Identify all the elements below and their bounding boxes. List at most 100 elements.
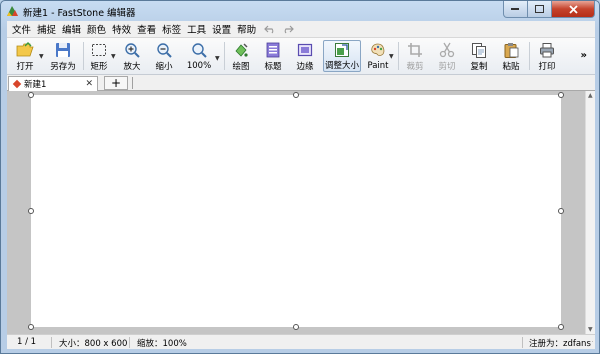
menu-settings[interactable]: 设置 xyxy=(209,22,234,36)
resize-handle-top[interactable] xyxy=(293,92,299,98)
add-tab-button[interactable]: + xyxy=(104,76,128,90)
palette-icon xyxy=(368,40,388,60)
zoom-level-button[interactable]: 100% xyxy=(185,40,213,72)
cut-label: 剪切 xyxy=(438,62,456,72)
rect-select-button[interactable]: 矩形 xyxy=(87,40,111,72)
maximize-icon xyxy=(535,5,544,13)
resize-handle-left[interactable] xyxy=(28,208,34,214)
tab-label: 新建1 xyxy=(24,80,47,90)
resize-grip-icon[interactable]: ⋰ xyxy=(587,340,594,348)
save-as-button[interactable]: 另存为 xyxy=(48,40,78,72)
window-controls xyxy=(503,1,595,18)
status-page: 1 / 1 xyxy=(17,337,37,347)
toolbar-separator xyxy=(224,42,225,70)
toolbar-overflow-icon[interactable]: » xyxy=(581,50,587,61)
tab-modified-icon xyxy=(12,79,22,89)
menu-color[interactable]: 颜色 xyxy=(84,22,109,36)
resize-handle-top-right[interactable] xyxy=(558,92,564,98)
resize-handle-top-left[interactable] xyxy=(28,92,34,98)
resize-handle-bottom-left[interactable] xyxy=(28,324,34,330)
edge-button[interactable]: 边缘 xyxy=(293,40,317,72)
paint-bucket-icon xyxy=(231,40,251,59)
resize-handle-bottom-right[interactable] xyxy=(558,324,564,330)
menu-view[interactable]: 查看 xyxy=(134,22,159,36)
paste-label: 粘贴 xyxy=(502,62,520,72)
close-button[interactable] xyxy=(552,1,595,18)
edge-icon xyxy=(295,40,315,59)
redo-icon[interactable] xyxy=(281,24,295,35)
draw-button[interactable]: 绘图 xyxy=(229,40,253,72)
zoom-dropdown-arrow[interactable]: ▼ xyxy=(215,55,220,62)
toolbar-separator xyxy=(529,42,530,70)
toolbar-separator xyxy=(83,42,84,70)
scroll-up-icon[interactable]: ▲ xyxy=(588,92,593,99)
resize-label: 调整大小 xyxy=(324,61,359,71)
clipboard-icon xyxy=(501,40,521,59)
zoom-level-label: 100% xyxy=(186,61,212,71)
rect-select-icon xyxy=(89,40,109,59)
open-dropdown-arrow[interactable]: ▼ xyxy=(39,53,44,60)
crop-icon xyxy=(405,40,425,59)
resize-button[interactable]: 调整大小 xyxy=(323,40,361,72)
caption-icon xyxy=(263,40,283,59)
print-button[interactable]: 打印 xyxy=(535,40,559,72)
resize-handle-right[interactable] xyxy=(558,208,564,214)
vertical-scrollbar[interactable]: ▲ ▼ xyxy=(585,91,595,334)
menu-edit[interactable]: 编辑 xyxy=(59,22,84,36)
toolbar: 打开 ▼ 另存为 矩形 ▼ 放大 缩小 100% ▼ 绘图 标题 边缘 调整大小… xyxy=(7,38,595,75)
paint-dropdown-arrow[interactable]: ▼ xyxy=(389,53,394,60)
minimize-button[interactable] xyxy=(503,1,528,18)
zoom-in-label: 放大 xyxy=(123,62,141,72)
crop-button[interactable]: 裁剪 xyxy=(403,40,427,72)
resize-icon xyxy=(332,41,352,58)
cut-button[interactable]: 剪切 xyxy=(435,40,459,72)
app-icon xyxy=(6,5,19,17)
window-title: 新建1 - FastStone 编辑器 xyxy=(23,8,136,19)
close-icon xyxy=(568,4,578,14)
magnifier-plus-icon xyxy=(122,40,142,59)
rect-label: 矩形 xyxy=(90,62,108,72)
menu-effects[interactable]: 特效 xyxy=(109,22,134,36)
title-bar: 新建1 - FastStone 编辑器 xyxy=(1,1,599,21)
tab-bar: 新建1 ✕ + xyxy=(7,75,595,91)
paint-button[interactable]: Paint xyxy=(364,40,392,72)
rect-dropdown-arrow[interactable]: ▼ xyxy=(111,53,116,60)
toolbar-separator xyxy=(398,42,399,70)
scroll-down-icon[interactable]: ▼ xyxy=(588,326,593,333)
maximize-button[interactable] xyxy=(528,1,552,18)
menu-file[interactable]: 文件 xyxy=(9,22,34,36)
image-canvas[interactable] xyxy=(31,95,561,327)
magnifier-minus-icon xyxy=(154,40,174,59)
zoom-out-button[interactable]: 缩小 xyxy=(152,40,176,72)
tab-separator xyxy=(132,77,133,89)
paste-button[interactable]: 粘贴 xyxy=(499,40,523,72)
zoom-out-label: 缩小 xyxy=(155,62,173,72)
menu-tabs[interactable]: 标签 xyxy=(159,22,184,36)
status-zoom: 缩放：100% xyxy=(137,339,187,349)
zoom-in-button[interactable]: 放大 xyxy=(120,40,144,72)
status-separator xyxy=(522,337,523,348)
draw-label: 绘图 xyxy=(232,62,250,72)
tab-new1[interactable]: 新建1 ✕ xyxy=(8,76,98,91)
undo-icon[interactable] xyxy=(263,24,277,35)
edge-label: 边缘 xyxy=(296,62,314,72)
magnifier-icon xyxy=(189,40,209,60)
caption-label: 标题 xyxy=(264,62,282,72)
resize-handle-bottom[interactable] xyxy=(293,324,299,330)
open-button[interactable]: 打开 xyxy=(11,40,39,72)
status-separator xyxy=(129,337,130,348)
print-label: 打印 xyxy=(538,62,556,72)
folder-open-icon xyxy=(15,40,35,59)
save-as-label: 另存为 xyxy=(50,62,76,72)
menu-tools[interactable]: 工具 xyxy=(184,22,209,36)
printer-icon xyxy=(537,40,557,59)
floppy-disk-icon xyxy=(53,40,73,59)
status-image-size: 大小：800 x 600 xyxy=(59,339,128,349)
copy-label: 复制 xyxy=(470,62,488,72)
menu-help[interactable]: 帮助 xyxy=(234,22,259,36)
tab-close-icon[interactable]: ✕ xyxy=(85,79,93,89)
menu-capture[interactable]: 捕捉 xyxy=(34,22,59,36)
crop-label: 裁剪 xyxy=(406,62,424,72)
copy-button[interactable]: 复制 xyxy=(467,40,491,72)
caption-button[interactable]: 标题 xyxy=(261,40,285,72)
